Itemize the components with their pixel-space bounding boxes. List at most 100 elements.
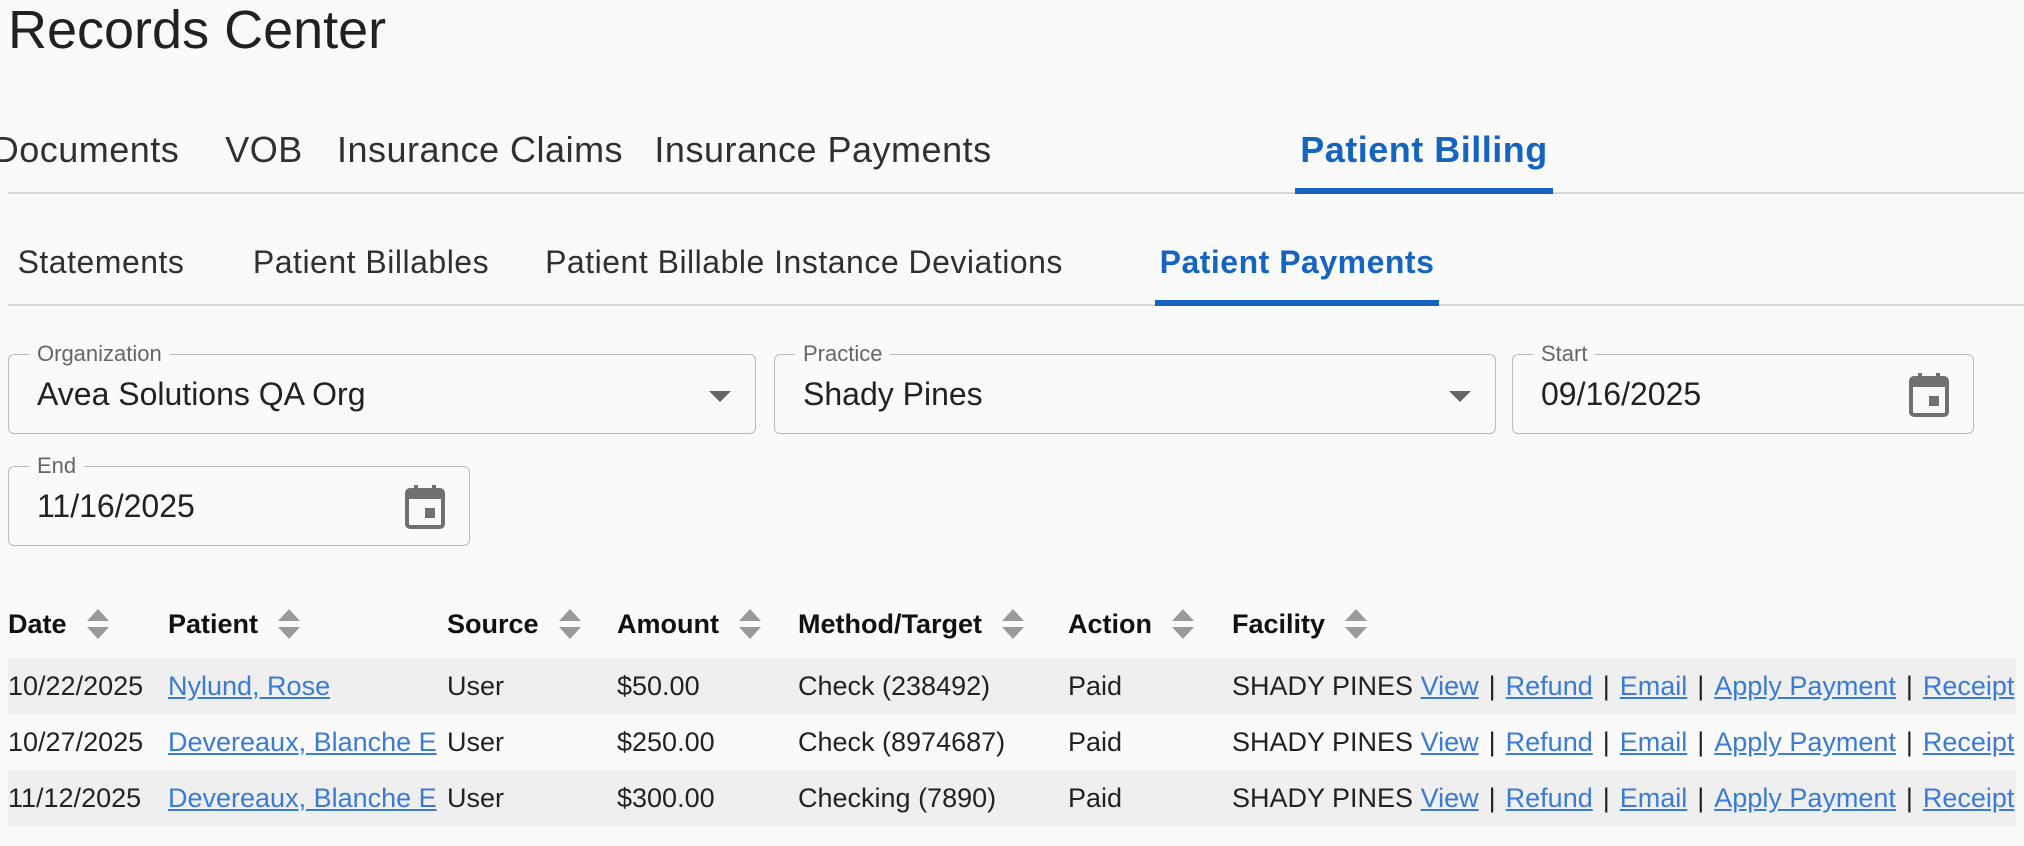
separator: | [1488, 726, 1496, 757]
records-center-page: Records Center Documents VOB Insurance C… [0, 0, 2024, 846]
table-row: 10/27/2025 Devereaux, Blanche E User $25… [8, 714, 2016, 770]
cell-method-target: Checking (7890) [798, 782, 997, 813]
practice-select[interactable]: Practice Shady Pines [774, 341, 1496, 434]
sort-icon[interactable] [558, 609, 581, 639]
table-row: 11/12/2025 Devereaux, Blanche E User $30… [8, 770, 2016, 826]
organization-value: Avea Solutions QA Org [37, 375, 366, 412]
cell-facility: SHADY PINES View | Refund | Email | Apply Paym… [1232, 714, 2014, 770]
cell-facility: SHADY PINES View | Refund | Email | Apply Paym… [1232, 658, 2014, 714]
tab-insurance-payments[interactable]: Insurance Payments [654, 108, 991, 192]
cell-date: 10/27/2025 [8, 726, 144, 757]
organization-select[interactable]: Organization Avea Solutions QA Org [8, 341, 756, 434]
end-date-value[interactable]: 11/16/2025 [37, 467, 195, 545]
separator: | [1697, 670, 1705, 701]
calendar-icon[interactable] [405, 485, 445, 529]
cell-patient: Devereaux, Blanche E [168, 714, 437, 770]
separator: | [1602, 726, 1610, 757]
cell-facility: SHADY PINES View | Refund | Email | Apply Paym… [1232, 770, 2014, 826]
sort-icon[interactable] [1172, 609, 1194, 639]
column-label: Action [1068, 608, 1152, 639]
patient-link[interactable]: Devereaux, Blanche E [168, 783, 437, 814]
tab-patient-billable-instance-deviations[interactable]: Patient Billable Instance Deviations [545, 220, 1062, 304]
email-link[interactable]: Email [1620, 783, 1688, 814]
apply-payment-link[interactable]: Apply Payment [1714, 671, 1896, 702]
start-date-value[interactable]: 09/16/2025 [1541, 355, 1701, 433]
cell-action: Paid [1068, 726, 1123, 757]
column-header-amount[interactable]: Amount [617, 596, 761, 652]
column-label: Patient [168, 608, 259, 639]
facility-name: SHADY PINES [1232, 670, 1414, 701]
column-label: Facility [1232, 608, 1326, 639]
sort-icon[interactable] [1345, 609, 1368, 639]
email-link[interactable]: Email [1620, 671, 1688, 702]
sub-tab-bar: Statements Patient Billables Patient Bil… [8, 220, 2024, 306]
cell-patient: Devereaux, Blanche E [168, 770, 437, 826]
cell-amount: $300.00 [617, 782, 715, 813]
sort-icon[interactable] [86, 609, 109, 639]
column-header-patient[interactable]: Patient [168, 596, 301, 652]
end-date-field[interactable]: End 11/16/2025 [8, 453, 470, 546]
view-link[interactable]: View [1421, 783, 1479, 814]
cell-source: User [447, 670, 505, 701]
calendar-icon[interactable] [1909, 373, 1949, 417]
separator: | [1602, 670, 1610, 701]
column-label: Source [447, 608, 539, 639]
sort-icon[interactable] [738, 609, 761, 639]
refund-link[interactable]: Refund [1506, 783, 1593, 814]
column-header-facility[interactable]: Facility [1232, 596, 1368, 652]
facility-name: SHADY PINES [1232, 782, 1414, 813]
cell-method-target: Check (238492) [798, 670, 991, 701]
separator: | [1488, 782, 1496, 813]
email-link[interactable]: Email [1620, 727, 1688, 758]
chevron-down-icon[interactable] [1449, 391, 1471, 402]
column-header-method-target[interactable]: Method/Target [798, 596, 1024, 652]
table-row: 10/22/2025 Nylund, Rose User $50.00 Chec… [8, 658, 2016, 714]
separator: | [1602, 782, 1610, 813]
patient-link[interactable]: Devereaux, Blanche E [168, 727, 437, 758]
separator: | [1905, 726, 1913, 757]
column-header-action[interactable]: Action [1068, 596, 1194, 652]
receipt-link[interactable]: Receipt [1923, 671, 2015, 702]
view-link[interactable]: View [1421, 671, 1479, 702]
tab-insurance-claims[interactable]: Insurance Claims [337, 108, 623, 192]
cell-amount: $250.00 [617, 726, 715, 757]
separator: | [1905, 670, 1913, 701]
column-label: Date [8, 608, 67, 639]
start-date-field[interactable]: Start 09/16/2025 [1512, 341, 1974, 434]
apply-payment-link[interactable]: Apply Payment [1714, 783, 1896, 814]
sort-icon[interactable] [1002, 609, 1024, 639]
separator: | [1905, 782, 1913, 813]
main-tab-bar: Documents VOB Insurance Claims Insurance… [0, 108, 2024, 194]
column-header-source[interactable]: Source [447, 596, 581, 652]
receipt-link[interactable]: Receipt [1923, 783, 2015, 814]
cell-action: Paid [1068, 670, 1123, 701]
page-title: Records Center [8, 0, 387, 60]
cell-patient: Nylund, Rose [168, 658, 330, 714]
tab-documents[interactable]: Documents [0, 108, 179, 192]
column-label: Method/Target [798, 608, 982, 639]
payments-table: Date Patient Source Amount Method/Target… [0, 596, 2024, 826]
refund-link[interactable]: Refund [1506, 727, 1593, 758]
tab-patient-payments[interactable]: Patient Payments [1155, 220, 1439, 306]
view-link[interactable]: View [1421, 727, 1479, 758]
sort-icon[interactable] [278, 609, 301, 639]
apply-payment-link[interactable]: Apply Payment [1714, 727, 1896, 758]
table-header: Date Patient Source Amount Method/Target… [0, 596, 2024, 652]
separator: | [1697, 726, 1705, 757]
receipt-link[interactable]: Receipt [1923, 727, 2015, 758]
cell-source: User [447, 726, 505, 757]
separator: | [1697, 782, 1705, 813]
cell-amount: $50.00 [617, 670, 700, 701]
chevron-down-icon[interactable] [709, 391, 731, 402]
tab-patient-billing[interactable]: Patient Billing [1295, 108, 1553, 194]
patient-link[interactable]: Nylund, Rose [168, 671, 330, 702]
refund-link[interactable]: Refund [1506, 671, 1593, 702]
tab-vob[interactable]: VOB [225, 108, 302, 192]
column-label: Amount [617, 608, 719, 639]
tab-patient-billables[interactable]: Patient Billables [248, 220, 494, 304]
cell-date: 11/12/2025 [8, 782, 142, 813]
facility-name: SHADY PINES [1232, 726, 1414, 757]
cell-action: Paid [1068, 782, 1123, 813]
tab-statements[interactable]: Statements [8, 220, 194, 304]
column-header-date[interactable]: Date [8, 596, 109, 652]
